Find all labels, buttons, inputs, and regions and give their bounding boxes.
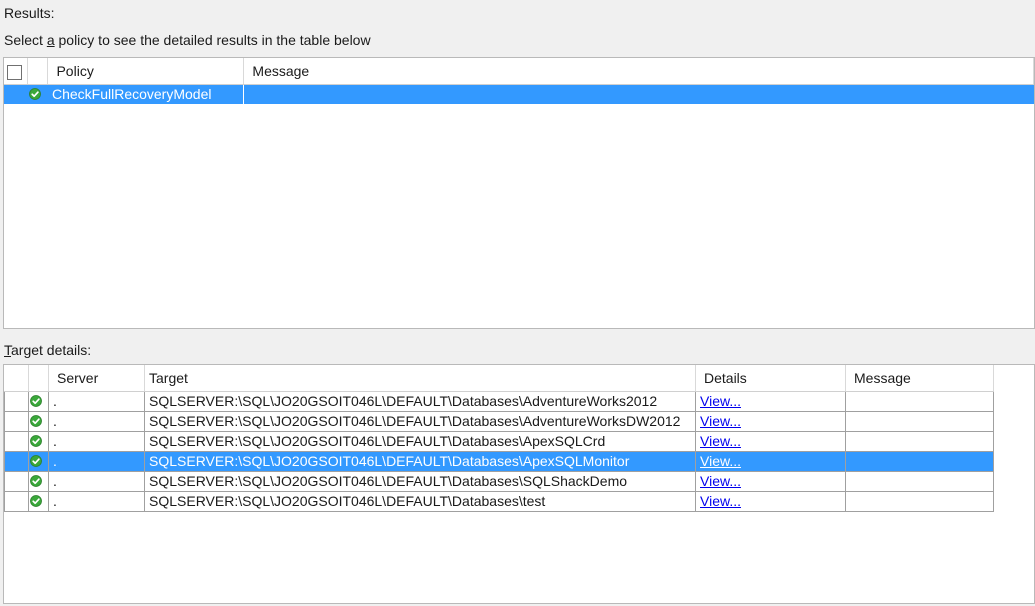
target-row[interactable]: . SQLSERVER:\SQL\JO20GSOIT046L\DEFAULT\Da… — [4, 411, 994, 432]
target-row-header[interactable] — [4, 471, 29, 492]
target-row[interactable]: . SQLSERVER:\SQL\JO20GSOIT046L\DEFAULT\Da… — [4, 451, 994, 472]
success-icon — [30, 475, 42, 488]
view-details-link[interactable]: View... — [700, 493, 741, 509]
details-cell: View... — [695, 471, 846, 492]
view-details-link[interactable]: View... — [700, 453, 741, 469]
server-cell: . — [48, 451, 145, 472]
target-status-cell — [28, 471, 49, 492]
target-path-cell: SQLSERVER:\SQL\JO20GSOIT046L\DEFAULT\Dat… — [144, 411, 696, 432]
target-row-header[interactable] — [4, 491, 29, 512]
details-cell: View... — [695, 431, 846, 452]
target-status-cell — [28, 431, 49, 452]
policy-status-header — [27, 58, 49, 85]
target-message-cell — [845, 411, 994, 432]
results-label: Results: — [4, 5, 55, 21]
target-row-header-corner — [4, 365, 29, 392]
target-path-cell: SQLSERVER:\SQL\JO20GSOIT046L\DEFAULT\Dat… — [144, 491, 696, 512]
target-message-cell — [845, 491, 994, 512]
target-message-cell — [845, 471, 994, 492]
target-table: Server Target Details Message . SQLSERVER… — [4, 365, 994, 512]
target-row[interactable]: . SQLSERVER:\SQL\JO20GSOIT046L\DEFAULT\Da… — [4, 491, 994, 512]
target-column-header[interactable]: Target — [144, 365, 696, 392]
target-status-cell — [28, 411, 49, 432]
view-details-link[interactable]: View... — [700, 393, 741, 409]
view-details-link[interactable]: View... — [700, 473, 741, 489]
policy-name-cell[interactable]: CheckFullRecoveryModel — [47, 84, 245, 104]
target-status-cell — [28, 491, 49, 512]
target-row[interactable]: . SQLSERVER:\SQL\JO20GSOIT046L\DEFAULT\Da… — [4, 471, 994, 492]
target-row-header[interactable] — [4, 411, 29, 432]
target-path-cell: SQLSERVER:\SQL\JO20GSOIT046L\DEFAULT\Dat… — [144, 431, 696, 452]
view-details-link[interactable]: View... — [700, 433, 741, 449]
policy-row[interactable]: CheckFullRecoveryModel — [4, 84, 1034, 104]
target-status-cell — [28, 451, 49, 472]
details-column-header[interactable]: Details — [695, 365, 846, 392]
success-icon — [30, 455, 42, 468]
target-message-cell — [845, 431, 994, 452]
policy-column-header[interactable]: Policy — [47, 58, 245, 85]
server-cell: . — [48, 471, 145, 492]
details-cell: View... — [695, 391, 846, 412]
success-icon — [30, 415, 42, 428]
details-cell: View... — [695, 491, 846, 512]
target-path-cell: SQLSERVER:\SQL\JO20GSOIT046L\DEFAULT\Dat… — [144, 391, 696, 412]
server-cell: . — [48, 491, 145, 512]
details-cell: View... — [695, 451, 846, 472]
target-row[interactable]: . SQLSERVER:\SQL\JO20GSOIT046L\DEFAULT\Da… — [4, 391, 994, 412]
target-message-cell — [845, 451, 994, 472]
policy-grid[interactable]: Policy Message CheckFullRecoveryModel — [3, 57, 1035, 329]
policy-row-header[interactable] — [4, 84, 28, 104]
details-cell: View... — [695, 411, 846, 432]
success-icon — [30, 435, 42, 448]
policy-status-cell — [27, 84, 48, 104]
target-row-header[interactable] — [4, 391, 29, 412]
target-details-label: Target details: — [4, 342, 92, 358]
target-details-grid[interactable]: Server Target Details Message . SQLSERVER… — [3, 364, 1035, 604]
success-icon — [29, 88, 41, 101]
target-row[interactable]: . SQLSERVER:\SQL\JO20GSOIT046L\DEFAULT\Da… — [4, 431, 994, 452]
server-cell: . — [48, 411, 145, 432]
server-cell: . — [48, 431, 145, 452]
select-all-checkbox[interactable] — [7, 64, 22, 80]
success-icon — [30, 395, 42, 408]
message-column-header[interactable]: Message — [243, 58, 1034, 85]
target-row-header[interactable] — [4, 431, 29, 452]
target-path-cell: SQLSERVER:\SQL\JO20GSOIT046L\DEFAULT\Dat… — [144, 471, 696, 492]
target-status-cell — [28, 391, 49, 412]
policy-table: Policy Message CheckFullRecoveryModel — [4, 58, 1034, 104]
target-status-header — [28, 365, 49, 392]
target-header-row: Server Target Details Message — [4, 365, 994, 392]
target-message-column-header[interactable]: Message — [845, 365, 994, 392]
select-policy-hint: Select a policy to see the detailed resu… — [4, 32, 371, 48]
success-icon — [30, 495, 42, 508]
target-message-cell — [845, 391, 994, 412]
view-details-link[interactable]: View... — [700, 413, 741, 429]
target-row-header[interactable] — [4, 451, 29, 472]
policy-header-row: Policy Message — [4, 58, 1034, 85]
select-all-header[interactable] — [4, 58, 29, 85]
server-cell: . — [48, 391, 145, 412]
target-path-cell: SQLSERVER:\SQL\JO20GSOIT046L\DEFAULT\Dat… — [144, 451, 696, 472]
policy-message-cell — [243, 84, 1034, 104]
server-column-header[interactable]: Server — [48, 365, 145, 392]
